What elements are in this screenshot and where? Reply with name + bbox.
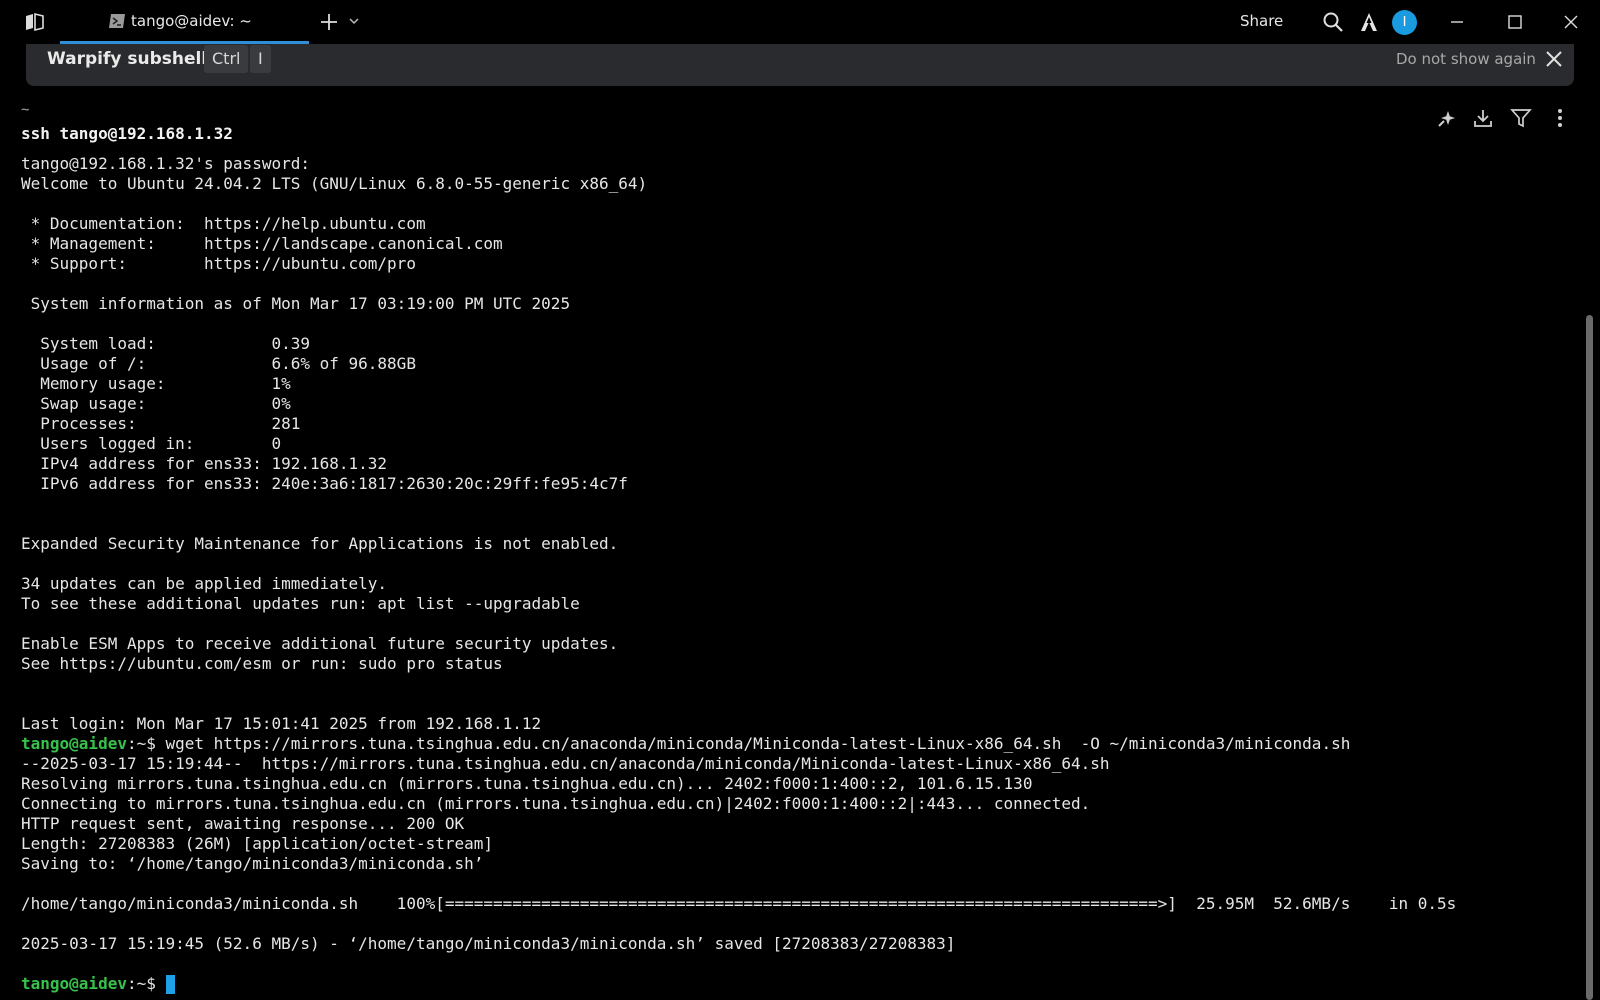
output-line: System load: 0.39 (21, 334, 310, 353)
chevron-down-icon[interactable] (347, 14, 361, 28)
title-bar: tango@aidev: ~ Share I (0, 0, 1600, 44)
wget-command: wget https://mirrors.tuna.tsinghua.edu.c… (165, 734, 1351, 753)
wget-command-line: tango@aidev:~$ wget https://mirrors.tuna… (21, 734, 1350, 754)
prompt-suffix: :~$ (126, 974, 166, 993)
shortcut-key-i: I (250, 45, 271, 73)
output-line: Expanded Security Maintenance for Applic… (21, 534, 619, 553)
sparkle-icon[interactable] (1436, 107, 1458, 129)
output-line: Welcome to Ubuntu 24.04.2 LTS (GNU/Linux… (21, 174, 648, 193)
output-line: Enable ESM Apps to receive additional fu… (21, 634, 619, 653)
output-line: System information as of Mon Mar 17 03:1… (21, 294, 571, 313)
share-button[interactable]: Share (1240, 12, 1283, 30)
output-line: 2025-03-17 15:19:45 (52.6 MB/s) - ‘/home… (21, 934, 956, 953)
prompt: tango@aidev (21, 734, 127, 753)
close-window-icon[interactable] (1560, 11, 1582, 33)
output-line: Users logged in: 0 (21, 434, 282, 453)
search-icon[interactable] (1322, 11, 1344, 33)
output-line: * Management: https://landscape.canonica… (21, 234, 503, 253)
warpify-banner: Warpify subshell Ctrl I Do not show agai… (26, 44, 1574, 86)
output-line: * Documentation: https://help.ubuntu.com (21, 214, 426, 233)
tab-terminal[interactable]: tango@aidev: ~ (60, 0, 309, 44)
warp-icon[interactable] (1358, 11, 1380, 33)
filter-icon[interactable] (1510, 107, 1532, 129)
output-line: IPv6 address for ens33: 240e:3a6:1817:26… (21, 474, 628, 493)
output-line: --2025-03-17 15:19:44-- https://mirrors.… (21, 754, 1110, 773)
tab-label: tango@aidev: ~ (131, 12, 252, 30)
block-command: ssh tango@192.168.1.32 (21, 124, 233, 143)
output-line: Last login: Mon Mar 17 15:01:41 2025 fro… (21, 714, 542, 733)
output-line: * Support: https://ubuntu.com/pro (21, 254, 416, 273)
output-line: Resolving mirrors.tuna.tsinghua.edu.cn (… (21, 774, 1033, 793)
download-icon[interactable] (1472, 107, 1494, 129)
banner-title: Warpify subshell (47, 49, 208, 69)
avatar[interactable]: I (1392, 10, 1417, 35)
output-line: Usage of /: 6.6% of 96.88GB (21, 354, 416, 373)
text-cursor (165, 975, 175, 994)
more-vertical-icon[interactable] (1549, 107, 1571, 129)
close-icon[interactable] (1544, 49, 1564, 69)
scrollbar[interactable] (1586, 315, 1593, 1000)
output-line: tango@192.168.1.32's password: (21, 154, 310, 173)
block-directory: ~ (21, 102, 30, 118)
plus-icon[interactable] (318, 11, 340, 33)
prompt-suffix: :~$ (126, 734, 166, 753)
output-line: See https://ubuntu.com/esm or run: sudo … (21, 654, 503, 673)
minimize-icon[interactable] (1446, 11, 1468, 33)
output-line: To see these additional updates run: apt… (21, 594, 580, 613)
output-line: Memory usage: 1% (21, 374, 291, 393)
terminal-icon (108, 13, 126, 29)
output-line: /home/tango/miniconda3/miniconda.sh 100%… (21, 894, 1457, 913)
prompt: tango@aidev (21, 974, 127, 993)
output-line: Saving to: ‘/home/tango/miniconda3/minic… (21, 854, 484, 873)
output-line: IPv4 address for ens33: 192.168.1.32 (21, 454, 388, 473)
shortcut-key-ctrl: Ctrl (204, 45, 249, 73)
output-line: 34 updates can be applied immediately. (21, 574, 388, 593)
output-line: Length: 27208383 (26M) [application/octe… (21, 834, 494, 853)
do-not-show-again-link[interactable]: Do not show again (1396, 50, 1536, 68)
output-line: Connecting to mirrors.tuna.tsinghua.edu.… (21, 794, 1091, 813)
maximize-icon[interactable] (1504, 11, 1526, 33)
output-line: Swap usage: 0% (21, 394, 291, 413)
input-prompt-line[interactable]: tango@aidev:~$ (21, 974, 175, 994)
output-line: Processes: 281 (21, 414, 301, 433)
app-menu-icon[interactable] (24, 12, 46, 32)
output-line: HTTP request sent, awaiting response... … (21, 814, 465, 833)
